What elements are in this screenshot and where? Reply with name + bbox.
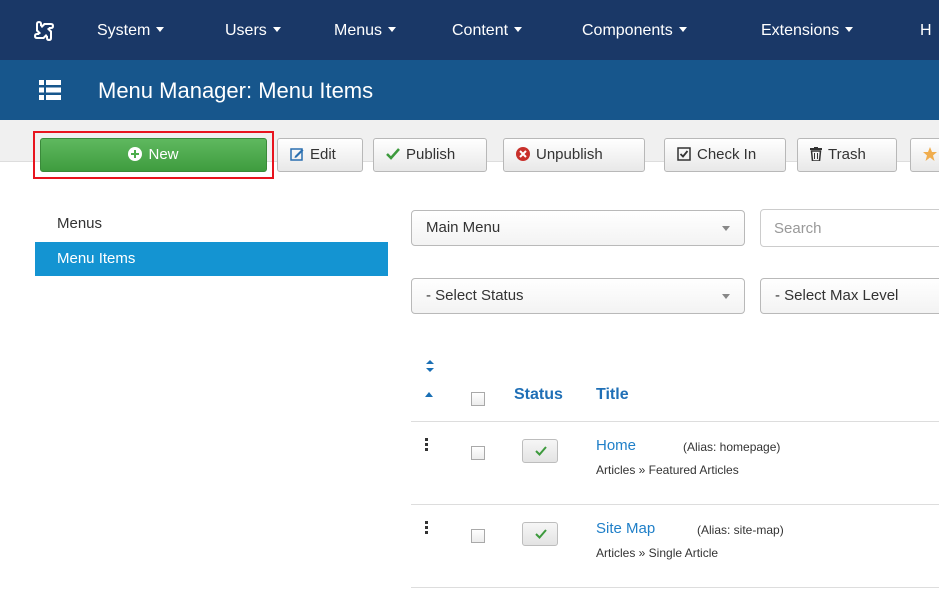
- chevron-down-icon: [722, 294, 730, 299]
- caret-down-icon: [514, 27, 523, 33]
- nav-item-label: Components: [582, 22, 673, 39]
- published-toggle[interactable]: [522, 522, 558, 546]
- menu-select[interactable]: Main Menu: [411, 210, 745, 246]
- item-alias: (Alias: homepage): [683, 440, 781, 454]
- trash-button[interactable]: Trash: [797, 138, 897, 172]
- select-all-checkbox[interactable]: [471, 392, 485, 406]
- trash-button-label: Trash: [828, 146, 866, 163]
- status-select-value: - Select Status: [426, 287, 524, 304]
- nav-item-label: System: [97, 22, 151, 39]
- star-icon: [923, 146, 937, 161]
- nav-item-label: Content: [452, 22, 509, 39]
- title-column-header[interactable]: Title: [596, 386, 629, 404]
- plus-circle-icon: [128, 146, 143, 161]
- check-icon: [386, 147, 400, 160]
- checkbox-icon: [677, 146, 691, 161]
- unpublish-button[interactable]: Unpublish: [503, 138, 645, 172]
- table-divider: [411, 587, 939, 588]
- item-type: Articles » Featured Articles: [596, 463, 739, 477]
- menu-select-value: Main Menu: [426, 219, 501, 236]
- check-in-button[interactable]: Check In: [664, 138, 786, 172]
- row-checkbox[interactable]: [471, 529, 485, 543]
- page-header: Menu Manager: Menu Items: [0, 60, 939, 120]
- sidebar-item-menus[interactable]: Menus: [35, 207, 388, 241]
- nav-item-label: Users: [225, 22, 267, 39]
- publish-button-label: Publish: [406, 146, 456, 163]
- times-circle-icon: [516, 146, 530, 161]
- nav-item-menus[interactable]: Menus: [334, 20, 397, 42]
- joomla-logo-icon[interactable]: [33, 20, 55, 42]
- check-icon: [535, 446, 547, 456]
- chevron-down-icon: [722, 226, 730, 231]
- unpublish-button-label: Unpublish: [536, 146, 603, 163]
- caret-down-icon: [678, 27, 687, 33]
- list-icon: [39, 80, 61, 100]
- search-input[interactable]: [760, 209, 939, 247]
- trash-icon: [810, 146, 822, 161]
- drag-handle-icon[interactable]: [425, 521, 429, 535]
- table-divider: [411, 504, 939, 505]
- item-type: Articles » Single Article: [596, 546, 719, 560]
- table-row: Site Map (Alias: site-map) Articles » Si…: [411, 506, 939, 588]
- new-button-label: New: [148, 146, 179, 163]
- check-in-button-label: Check In: [697, 146, 757, 163]
- top-navbar: System Users Menus Content Components Ex…: [0, 0, 939, 60]
- status-select[interactable]: - Select Status: [411, 278, 745, 314]
- table-divider: [411, 421, 939, 422]
- nav-item-label: Extensions: [761, 22, 840, 39]
- nav-item-label: H: [920, 22, 932, 39]
- published-toggle[interactable]: [522, 439, 558, 463]
- nav-item-users[interactable]: Users: [225, 20, 281, 42]
- drag-handle-icon[interactable]: [425, 438, 429, 452]
- edit-button-label: Edit: [310, 146, 336, 163]
- caret-down-icon: [156, 27, 165, 33]
- new-button[interactable]: New: [40, 138, 267, 172]
- nav-item-extensions[interactable]: Extensions: [761, 20, 854, 42]
- edit-button[interactable]: Edit: [277, 138, 363, 172]
- item-title-link[interactable]: Site Map: [596, 520, 655, 537]
- table-row: Home (Alias: homepage) Articles » Featur…: [411, 423, 939, 505]
- sidebar-item-menu-items[interactable]: Menu Items: [35, 242, 388, 276]
- caret-down-icon: [845, 27, 854, 33]
- nav-item-components[interactable]: Components: [582, 20, 687, 42]
- max-levels-select[interactable]: - Select Max Level: [760, 278, 939, 314]
- publish-button[interactable]: Publish: [373, 138, 487, 172]
- featured-button[interactable]: [910, 138, 939, 172]
- sort-ascending-icon[interactable]: [425, 392, 433, 397]
- status-column-header[interactable]: Status: [514, 386, 563, 404]
- nav-item-system[interactable]: System: [97, 20, 165, 42]
- check-icon: [535, 529, 547, 539]
- item-alias: (Alias: site-map): [697, 523, 784, 537]
- nav-item-help[interactable]: H: [920, 20, 932, 42]
- nav-item-label: Menus: [334, 22, 383, 39]
- page-title: Menu Manager: Menu Items: [98, 78, 374, 103]
- caret-down-icon: [388, 27, 397, 33]
- sort-icon[interactable]: [425, 360, 435, 372]
- max-levels-select-value: - Select Max Level: [775, 287, 899, 304]
- item-title-link[interactable]: Home: [596, 437, 636, 454]
- nav-item-content[interactable]: Content: [452, 20, 523, 42]
- edit-icon: [290, 147, 304, 161]
- caret-down-icon: [272, 27, 281, 33]
- row-checkbox[interactable]: [471, 446, 485, 460]
